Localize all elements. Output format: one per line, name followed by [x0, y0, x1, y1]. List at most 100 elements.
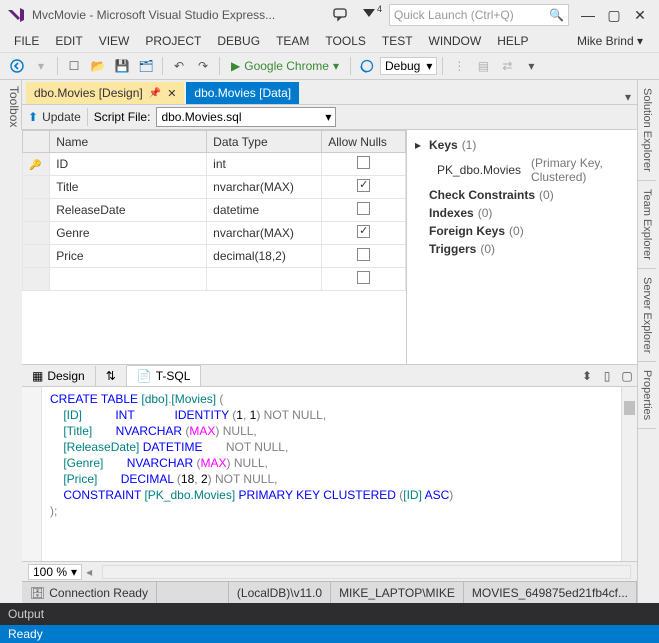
tab-overflow-button[interactable]: ▾	[619, 90, 637, 104]
menu-edit[interactable]: EDIT	[47, 32, 90, 50]
menu-bar: FILE EDIT VIEW PROJECT DEBUG TEAM TOOLS …	[0, 30, 659, 52]
document-tabs: dbo.Movies [Design] 📌 ✕ dbo.Movies [Data…	[22, 80, 637, 104]
nav-back-button[interactable]	[6, 55, 28, 77]
new-project-button[interactable]: ☐	[63, 55, 85, 77]
window-title: MvcMovie - Microsoft Visual Studio Expre…	[32, 8, 327, 22]
menu-help[interactable]: HELP	[489, 32, 536, 50]
signed-in-user[interactable]: Mike Brind ▾	[577, 34, 653, 48]
table-row[interactable]: Genrenvarchar(MAX)	[23, 222, 406, 245]
split-vertical-button[interactable]: ▯	[597, 369, 617, 383]
tab-close-icon[interactable]: ✕	[167, 87, 176, 100]
design-tab[interactable]: ▦ Design	[22, 366, 96, 386]
key-item[interactable]: PK_dbo.Movies(Primary Key, Clustered)	[415, 154, 629, 186]
allow-nulls-checkbox[interactable]	[357, 156, 370, 169]
col-header-allownulls[interactable]: Allow Nulls	[322, 131, 406, 153]
config-combo[interactable]: Debug▾	[380, 57, 437, 75]
editor-vscrollbar[interactable]	[621, 387, 637, 561]
minimize-button[interactable]: ―	[575, 5, 601, 25]
table-row[interactable]: Pricedecimal(18,2)	[23, 245, 406, 268]
pane-options-button[interactable]: ▢	[617, 369, 637, 383]
search-icon: 🔍	[549, 8, 564, 22]
primary-key-icon: 🔑	[29, 160, 41, 171]
foreign-keys-node[interactable]: Foreign Keys (0)	[415, 222, 629, 240]
save-all-button[interactable]: 🗂	[135, 55, 157, 77]
col-header-datatype[interactable]: Data Type	[207, 131, 322, 153]
close-button[interactable]: ✕	[627, 5, 653, 25]
status-text: Ready	[8, 627, 43, 641]
zoom-combo[interactable]: 100 %▾	[28, 564, 82, 580]
table-row[interactable]: 🔑IDint	[23, 153, 406, 176]
col-header-name[interactable]: Name	[50, 131, 207, 153]
triggers-node[interactable]: Triggers (0)	[415, 240, 629, 258]
save-button[interactable]: 💾	[111, 55, 133, 77]
main-toolbar: ▾ ☐ 📂 💾 🗂 ↶ ↷ ▶ Google Chrome ▾ Debug▾ ⋮…	[0, 52, 659, 80]
tab-movies-design[interactable]: dbo.Movies [Design] 📌 ✕	[26, 82, 184, 104]
database-name: MOVIES_649875ed21fb4cf...	[464, 582, 637, 603]
allow-nulls-checkbox[interactable]	[357, 248, 370, 261]
start-button[interactable]: ▶ Google Chrome ▾	[225, 59, 345, 73]
script-file-combo[interactable]: dbo.Movies.sql▾	[156, 107, 336, 127]
notifications-icon[interactable]: 4	[355, 4, 383, 26]
right-rail: Solution Explorer Team Explorer Server E…	[637, 80, 659, 603]
editor-zoom-bar: 100 %▾ ◂	[22, 561, 637, 581]
vs-logo-icon	[6, 5, 26, 25]
tb-overflow[interactable]: ▾	[520, 55, 542, 77]
solution-explorer-tab[interactable]: Solution Explorer	[638, 80, 656, 181]
tb-extra-1[interactable]: ⋮	[448, 55, 470, 77]
table-row[interactable]: ReleaseDatedatetime	[23, 199, 406, 222]
check-constraints-node[interactable]: Check Constraints (0)	[415, 186, 629, 204]
menu-team[interactable]: TEAM	[268, 32, 317, 50]
quick-launch-input[interactable]: Quick Launch (Ctrl+Q) 🔍	[389, 4, 569, 26]
output-panel-header[interactable]: Output	[0, 603, 659, 625]
team-explorer-tab[interactable]: Team Explorer	[638, 181, 656, 269]
designer-bottom-tabs: ▦ Design ⇅ 📄 T-SQL ⬍ ▯ ▢	[22, 364, 637, 386]
update-button[interactable]: ⬆Update	[28, 110, 81, 124]
editor-hscrollbar[interactable]	[102, 565, 631, 579]
browser-link-button[interactable]	[356, 55, 378, 77]
properties-tab[interactable]: Properties	[638, 362, 656, 429]
tb-extra-2[interactable]: ▤	[472, 55, 494, 77]
allow-nulls-checkbox[interactable]	[357, 179, 370, 192]
pin-icon[interactable]: 📌	[149, 88, 161, 99]
tsql-editor[interactable]: CREATE TABLE [dbo].[Movies] ( [ID] INT I…	[22, 386, 637, 561]
database-icon: 🗄	[30, 586, 45, 600]
menu-file[interactable]: FILE	[6, 32, 47, 50]
keys-node[interactable]: ▸Keys (1)	[415, 136, 629, 154]
indexes-node[interactable]: Indexes (0)	[415, 204, 629, 222]
tsql-tab[interactable]: 📄 T-SQL	[127, 365, 202, 386]
editor-gutter	[22, 387, 42, 561]
table-row-new[interactable]	[23, 268, 406, 291]
open-file-button[interactable]: 📂	[87, 55, 109, 77]
split-horizontal-button[interactable]: ⬍	[577, 369, 597, 383]
menu-debug[interactable]: DEBUG	[209, 32, 268, 50]
quick-launch-placeholder: Quick Launch (Ctrl+Q)	[394, 8, 514, 22]
tab-movies-data[interactable]: dbo.Movies [Data]	[186, 82, 299, 104]
allow-nulls-checkbox[interactable]	[357, 202, 370, 215]
menu-view[interactable]: VIEW	[91, 32, 138, 50]
menu-project[interactable]: PROJECT	[137, 32, 209, 50]
allow-nulls-checkbox[interactable]	[357, 225, 370, 238]
keys-pane: ▸Keys (1) PK_dbo.Movies(Primary Key, Clu…	[407, 130, 637, 364]
columns-grid[interactable]: Name Data Type Allow Nulls 🔑IDint Titlen…	[22, 130, 407, 364]
script-file-label: Script File:	[94, 110, 151, 124]
db-user: MIKE_LAPTOP\MIKE	[331, 582, 464, 603]
maximize-button[interactable]: ▢	[601, 5, 627, 25]
connection-status: 🗄Connection Ready	[22, 582, 157, 603]
nav-forward-button[interactable]: ▾	[30, 55, 52, 77]
db-status-bar: 🗄Connection Ready (LocalDB)\v11.0 MIKE_L…	[22, 581, 637, 603]
feedback-icon[interactable]	[327, 4, 355, 26]
tb-extra-3[interactable]: ⇄	[496, 55, 518, 77]
editor-content[interactable]: CREATE TABLE [dbo].[Movies] ( [ID] INT I…	[42, 387, 621, 561]
server-name: (LocalDB)\v11.0	[229, 582, 331, 603]
title-bar: MvcMovie - Microsoft Visual Studio Expre…	[0, 0, 659, 30]
server-explorer-tab[interactable]: Server Explorer	[638, 269, 656, 362]
toolbox-tab[interactable]: Toolbox	[0, 80, 22, 130]
allow-nulls-checkbox[interactable]	[357, 271, 370, 284]
menu-window[interactable]: WINDOW	[421, 32, 490, 50]
undo-button[interactable]: ↶	[168, 55, 190, 77]
swap-panes-button[interactable]: ⇅	[96, 366, 127, 386]
redo-button[interactable]: ↷	[192, 55, 214, 77]
menu-tools[interactable]: TOOLS	[317, 32, 373, 50]
menu-test[interactable]: TEST	[374, 32, 421, 50]
table-row[interactable]: Titlenvarchar(MAX)	[23, 176, 406, 199]
